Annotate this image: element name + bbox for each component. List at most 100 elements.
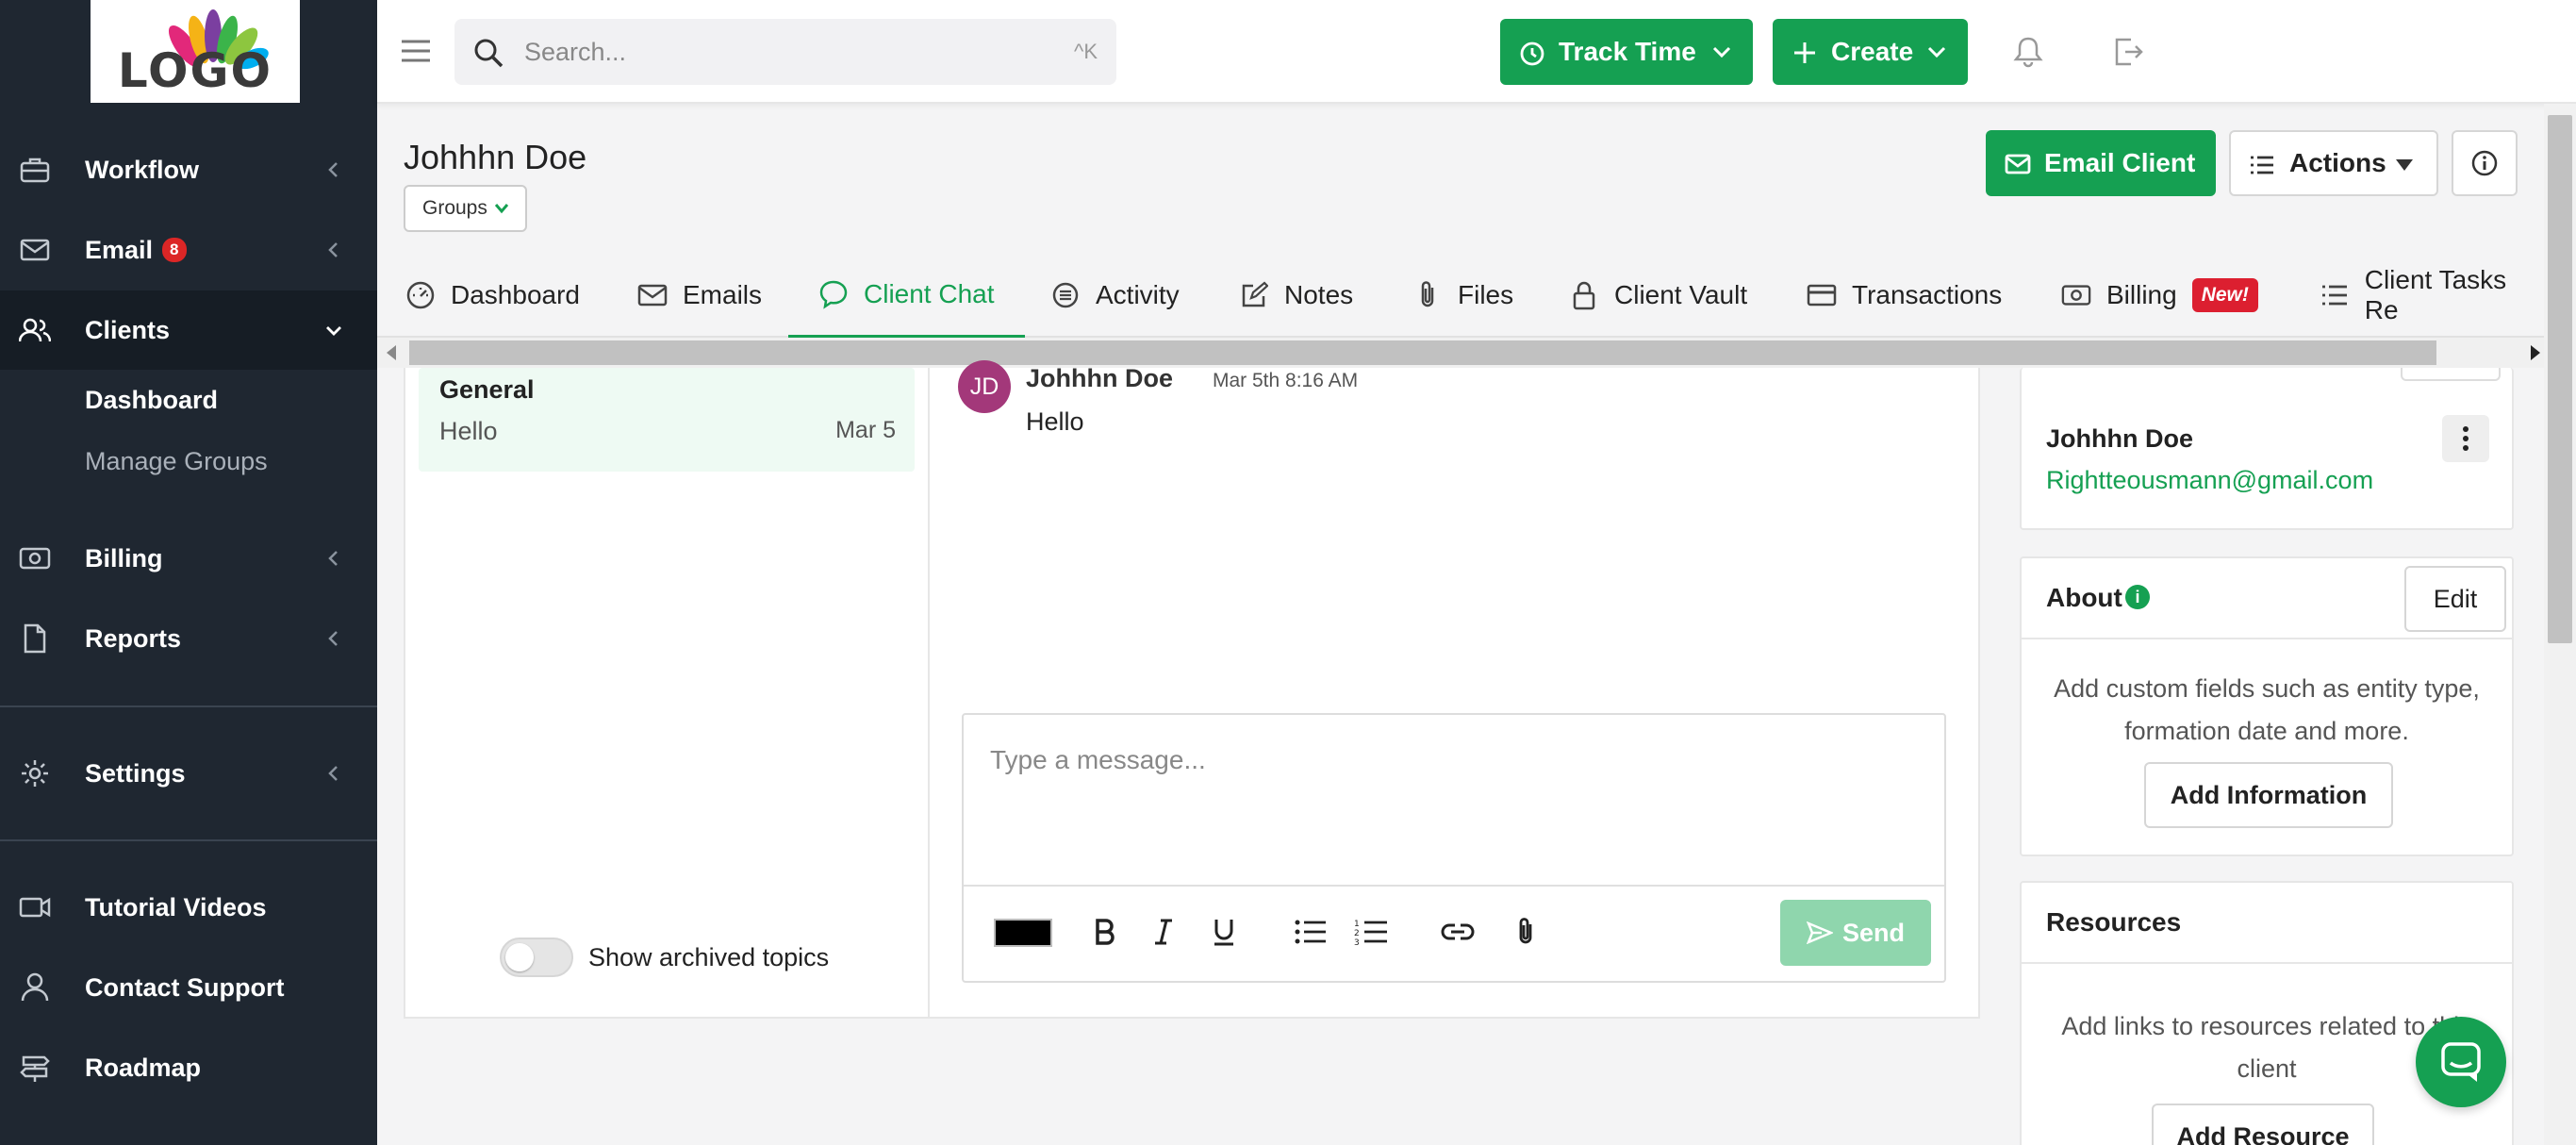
svg-text:1: 1	[1354, 920, 1360, 929]
tab-client-vault[interactable]: Client Vault	[1569, 253, 1747, 338]
info-button[interactable]	[2452, 130, 2518, 196]
actions-dropdown[interactable]: Actions	[2229, 130, 2438, 196]
chat-icon	[2441, 1042, 2481, 1082]
contact-menu-button[interactable]	[2442, 415, 2489, 462]
tab-billing[interactable]: Billing New!	[2061, 253, 2258, 338]
tab-dashboard[interactable]: Dashboard	[405, 253, 580, 338]
show-archived-label: Show archived topics	[588, 942, 830, 971]
tabs-horizontal-scrollbar[interactable]	[377, 338, 2546, 368]
search-input[interactable]: Search... ^K	[454, 19, 1116, 85]
groups-dropdown[interactable]: Groups	[404, 185, 527, 232]
scroll-right-arrow[interactable]	[2531, 345, 2540, 360]
tab-emails[interactable]: Emails	[637, 253, 762, 338]
topic-list: General Hello Mar 5 Show archived topics	[405, 368, 930, 1019]
info-icon[interactable]: i	[2125, 585, 2150, 609]
tab-client-chat[interactable]: Client Chat	[788, 253, 1025, 338]
sidebar-subitem-manage-groups[interactable]: Manage Groups	[85, 447, 268, 476]
resources-card-header: Resources	[2022, 883, 2512, 964]
sidebar-item-tutorial-videos[interactable]: Tutorial Videos	[0, 868, 377, 947]
send-icon	[1806, 921, 1833, 944]
card-icon	[1807, 280, 1837, 310]
send-button[interactable]: Send	[1780, 900, 1931, 966]
topic-date: Mar 5	[835, 417, 896, 443]
hamburger-menu-icon[interactable]	[400, 38, 432, 64]
sidebar-item-workflow[interactable]: Workflow	[0, 130, 377, 209]
scrollbar-thumb[interactable]	[2548, 115, 2572, 643]
chevron-down-icon	[494, 204, 508, 214]
tab-transactions[interactable]: Transactions	[1807, 253, 2002, 338]
message-area: JD Johhhn Doe Mar 5th 8:16 AM Hello 123	[930, 360, 2374, 1019]
underline-button[interactable]	[1205, 907, 1243, 956]
avatar: JD	[958, 360, 1011, 413]
chevron-down-icon	[326, 326, 341, 336]
sidebar-subitem-dashboard[interactable]: Dashboard	[85, 386, 218, 415]
italic-button[interactable]	[1145, 907, 1182, 956]
signpost-icon	[19, 1052, 51, 1084]
add-resource-button[interactable]: Add Resource	[2152, 1104, 2374, 1145]
sidebar-item-billing[interactable]: Billing	[0, 519, 377, 598]
page-title: Johhhn Doe	[404, 138, 587, 176]
sidebar-item-clients[interactable]: Clients	[0, 290, 377, 370]
sidebar: LOGO Workflow Email 8 Clients Dashboard M…	[0, 0, 377, 1145]
tab-files[interactable]: Files	[1412, 253, 1513, 338]
numbered-list-icon: 123	[1354, 920, 1387, 946]
email-client-button[interactable]: Email Client	[1986, 130, 2216, 196]
message-input[interactable]	[964, 715, 1944, 887]
text-color-picker[interactable]	[994, 919, 1052, 947]
sidebar-item-settings[interactable]: Settings	[0, 734, 377, 813]
tab-client-tasks[interactable]: Client Tasks Re	[2320, 253, 2546, 338]
numbered-list-button[interactable]: 123	[1350, 907, 1392, 956]
users-icon	[19, 314, 51, 346]
message-timestamp: Mar 5th 8:16 AM	[1213, 370, 1359, 391]
page-vertical-scrollbar[interactable]	[2544, 104, 2576, 1145]
sidebar-item-label: Workflow	[85, 155, 199, 184]
logo-text: LOGO	[117, 42, 273, 98]
underline-icon	[1214, 920, 1233, 946]
contact-email-link[interactable]: Rightteousmann@gmail.com	[2046, 466, 2373, 495]
tab-label: Files	[1458, 280, 1514, 309]
sidebar-item-contact-support[interactable]: Contact Support	[0, 948, 377, 1027]
edit-icon	[1239, 280, 1269, 310]
tab-notes[interactable]: Notes	[1239, 253, 1353, 338]
chevron-left-icon	[328, 162, 338, 177]
logout-icon[interactable]	[2112, 36, 2144, 68]
topic-item[interactable]: General Hello Mar 5	[419, 368, 915, 472]
groups-label: Groups	[422, 197, 487, 219]
logo[interactable]: LOGO	[91, 0, 300, 103]
paperclip-icon	[1519, 918, 1532, 944]
edit-button[interactable]: Edit	[2404, 566, 2506, 632]
sidebar-item-label: Reports	[85, 623, 182, 653]
mail-icon	[2005, 154, 2031, 174]
chevron-left-icon	[328, 242, 338, 257]
sidebar-divider	[0, 705, 377, 707]
resources-title: Resources	[2046, 907, 2182, 937]
sidebar-item-label: Contact Support	[85, 972, 285, 1002]
chevron-left-icon	[328, 766, 338, 781]
add-information-button[interactable]: Add Information	[2144, 762, 2393, 828]
show-archived-toggle[interactable]	[500, 938, 573, 977]
tab-activity[interactable]: Activity	[1050, 253, 1180, 338]
track-time-button[interactable]: Track Time	[1500, 19, 1753, 85]
sidebar-item-label: Email	[85, 235, 154, 264]
card-header-button[interactable]	[2401, 368, 2501, 381]
sidebar-item-roadmap[interactable]: Roadmap	[0, 1028, 377, 1107]
scrollbar-thumb[interactable]	[409, 340, 2436, 365]
chevron-left-icon	[328, 551, 338, 566]
sidebar-item-email[interactable]: Email 8	[0, 210, 377, 290]
kebab-icon	[2463, 426, 2469, 451]
create-button[interactable]: Create	[1773, 19, 1968, 85]
bullet-list-button[interactable]	[1290, 907, 1331, 956]
link-button[interactable]	[1437, 907, 1478, 956]
sidebar-item-reports[interactable]: Reports	[0, 599, 377, 678]
bell-icon[interactable]	[2013, 36, 2043, 68]
scroll-left-arrow[interactable]	[387, 345, 396, 360]
client-chat-panel: General Hello Mar 5 Show archived topics…	[404, 360, 2374, 1019]
support-chat-launcher[interactable]	[2416, 1017, 2506, 1107]
lock-icon	[1569, 280, 1599, 310]
link-icon	[1441, 923, 1475, 940]
topic-preview: Hello	[439, 417, 498, 445]
message-composer: 123 Send	[962, 713, 1946, 983]
bold-button[interactable]	[1086, 907, 1124, 956]
info-icon	[2471, 150, 2498, 176]
attach-button[interactable]	[1507, 907, 1544, 956]
